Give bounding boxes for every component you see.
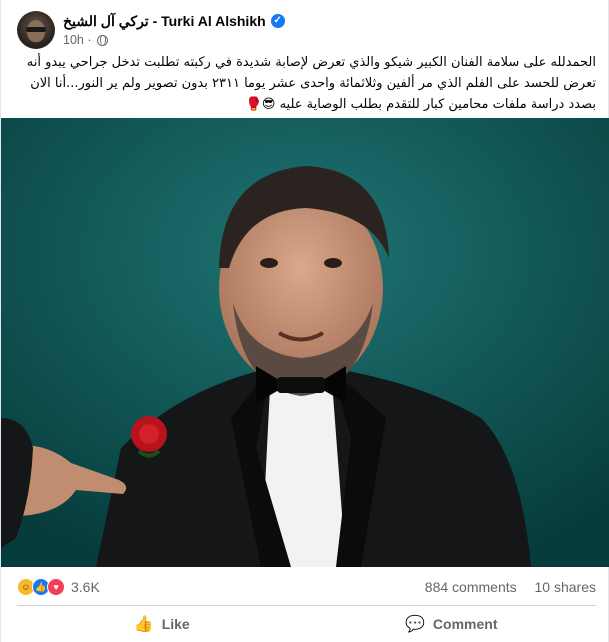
post-subline: 10h · bbox=[63, 32, 285, 48]
like-label: Like bbox=[161, 616, 190, 632]
thumbs-up-icon: 👍 bbox=[133, 616, 154, 633]
post-header: تركي آل الشيخ - Turki Al Alshikh ✓ 10h · bbox=[17, 10, 285, 50]
author-name-arabic[interactable]: تركي آل الشيخ bbox=[63, 12, 149, 30]
reaction-count: 3.6K bbox=[71, 579, 100, 595]
stats-divider bbox=[17, 605, 596, 606]
post-text: الحمدلله على سلامة الفنان الكبير شيكو وا… bbox=[26, 55, 596, 112]
post-photo[interactable] bbox=[1, 118, 609, 567]
avatar-glasses bbox=[26, 27, 46, 32]
post-stats: ☺ 👍 ♥ 3.6K 884 comments 10 shares bbox=[17, 577, 596, 597]
author-name-latin[interactable]: Turki Al Alshikh bbox=[161, 12, 266, 30]
photo-image bbox=[1, 118, 609, 567]
verified-badge-icon: ✓ bbox=[270, 14, 285, 28]
facebook-post: تركي آل الشيخ - Turki Al Alshikh ✓ 10h ·… bbox=[0, 0, 609, 642]
comment-label: Comment bbox=[432, 616, 498, 632]
globe-icon[interactable] bbox=[96, 34, 108, 46]
dot-separator: · bbox=[83, 33, 92, 47]
author-avatar[interactable] bbox=[17, 11, 55, 49]
comment-button[interactable]: 💬 Comment bbox=[307, 608, 597, 640]
comment-bubble-icon: 💬 bbox=[405, 616, 425, 633]
reactions-summary[interactable]: ☺ 👍 ♥ 3.6K bbox=[17, 578, 100, 596]
author-name-separator: - bbox=[148, 13, 162, 29]
author-name-row: تركي آل الشيخ - Turki Al Alshikh ✓ bbox=[63, 12, 285, 30]
comments-count[interactable]: 884 comments bbox=[425, 579, 517, 595]
engagement-counts: 884 comments 10 shares bbox=[411, 579, 596, 595]
post-actions: 👍 Like 💬 Comment bbox=[17, 608, 596, 640]
shares-count[interactable]: 10 shares bbox=[535, 579, 596, 595]
love-icon: ♥ bbox=[47, 578, 65, 596]
like-button[interactable]: 👍 Like bbox=[17, 608, 307, 640]
author-meta: تركي آل الشيخ - Turki Al Alshikh ✓ 10h · bbox=[63, 12, 285, 48]
post-time[interactable]: 10h bbox=[63, 32, 84, 48]
